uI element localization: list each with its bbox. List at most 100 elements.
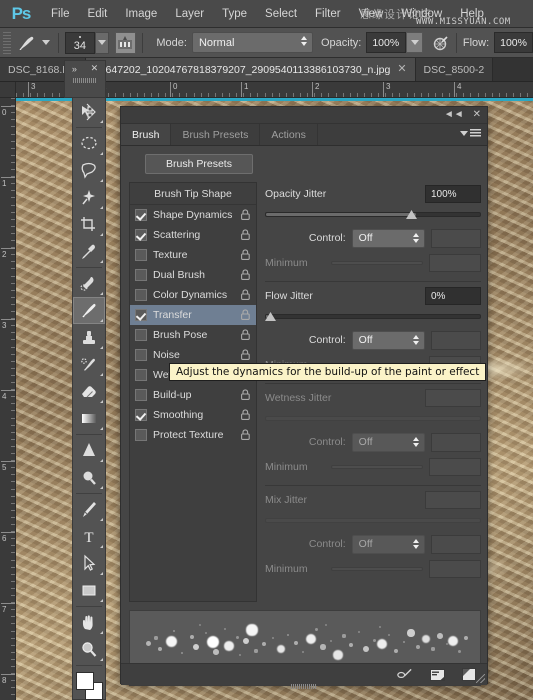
collapse-arrows-icon[interactable]: »	[72, 64, 77, 74]
brush-panel-toggle-button[interactable]	[114, 31, 136, 54]
menu-file[interactable]: File	[42, 0, 79, 28]
opacity-pressure-icon[interactable]	[431, 32, 450, 54]
lock-icon[interactable]	[241, 289, 250, 300]
fragment-grip[interactable]	[73, 78, 97, 83]
crop-tool[interactable]	[73, 211, 105, 238]
menu-filter[interactable]: Filter	[306, 0, 350, 28]
color-swatches[interactable]	[73, 670, 105, 700]
document-tab[interactable]: DSC_8500-2	[415, 58, 494, 81]
brush-option-checkbox[interactable]	[135, 389, 147, 401]
panel-tab-actions[interactable]: Actions	[260, 124, 318, 145]
healing-brush-tool[interactable]	[73, 270, 105, 297]
brush-option-row[interactable]: Scattering	[130, 225, 256, 245]
control-select[interactable]: Off	[351, 330, 425, 350]
ruler-corner[interactable]	[0, 82, 16, 98]
brush-option-row[interactable]: Noise	[130, 345, 256, 365]
opacity-dropdown-arrow[interactable]	[406, 32, 424, 53]
menu-select[interactable]: Select	[256, 0, 306, 28]
marquee-tool[interactable]	[73, 130, 105, 157]
close-panel-icon[interactable]: ✕	[473, 110, 481, 120]
lock-icon[interactable]	[241, 309, 250, 320]
eraser-tool[interactable]	[73, 378, 105, 405]
brush-size-stepper[interactable]	[94, 31, 109, 54]
control-select[interactable]: Off	[351, 534, 425, 554]
gradient-tool[interactable]	[73, 405, 105, 432]
jitter-value-field[interactable]: 100%	[425, 185, 481, 203]
jitter-slider[interactable]	[265, 208, 481, 220]
menu-layer[interactable]: Layer	[166, 0, 213, 28]
path-selection-tool[interactable]	[73, 550, 105, 577]
brush-tip-shape-header[interactable]: Brush Tip Shape	[130, 183, 256, 205]
brush-option-checkbox[interactable]	[135, 309, 147, 321]
control-extra-field[interactable]	[430, 228, 481, 248]
blend-mode-select[interactable]: Normal	[191, 32, 313, 53]
new-brush-preset-icon[interactable]	[429, 668, 445, 682]
collapse-panel-icon[interactable]: ◄◄	[444, 110, 464, 120]
panel-menu-button[interactable]	[460, 129, 481, 138]
brush-option-checkbox[interactable]	[135, 229, 147, 241]
pen-tool[interactable]	[73, 496, 105, 523]
control-select[interactable]: Off	[351, 432, 425, 452]
toggle-dynamics-icon[interactable]	[397, 668, 413, 682]
brush-option-checkbox[interactable]	[135, 249, 147, 261]
panel-resize-grip[interactable]	[476, 674, 485, 683]
minimum-value-field[interactable]	[429, 560, 481, 578]
menu-image[interactable]: Image	[116, 0, 166, 28]
brush-option-checkbox[interactable]	[135, 269, 147, 281]
lock-icon[interactable]	[241, 329, 250, 340]
lock-icon[interactable]	[241, 249, 250, 260]
menu-view[interactable]: View	[350, 0, 393, 28]
create-new-brush-icon[interactable]	[461, 668, 477, 682]
brush-option-row[interactable]: Protect Texture	[130, 425, 256, 445]
lock-icon[interactable]	[241, 389, 250, 400]
brush-option-row[interactable]: Build-up	[130, 385, 256, 405]
brush-option-checkbox[interactable]	[135, 289, 147, 301]
rectangle-tool[interactable]	[73, 577, 105, 604]
jitter-slider[interactable]	[265, 310, 481, 322]
brush-size-field[interactable]: 34	[64, 31, 95, 54]
jitter-value-field[interactable]: 0%	[425, 287, 481, 305]
lock-icon[interactable]	[241, 229, 250, 240]
jitter-slider[interactable]	[265, 412, 481, 424]
foreground-color-swatch[interactable]	[76, 672, 94, 690]
lock-icon[interactable]	[241, 269, 250, 280]
panel-tab-brush[interactable]: Brush	[121, 124, 172, 145]
opacity-field[interactable]: 100%	[366, 32, 407, 53]
menu-help[interactable]: Help	[451, 0, 493, 28]
blur-tool[interactable]	[73, 437, 105, 464]
brush-option-row[interactable]: Shape Dynamics	[130, 205, 256, 225]
clone-stamp-tool[interactable]	[73, 324, 105, 351]
control-select[interactable]: Off	[351, 228, 425, 248]
magic-wand-tool[interactable]	[73, 184, 105, 211]
brush-option-row[interactable]: Brush Pose	[130, 325, 256, 345]
jitter-value-field[interactable]	[425, 389, 481, 407]
minimum-slider[interactable]	[331, 258, 423, 268]
minimum-slider[interactable]	[331, 462, 423, 472]
brush-presets-button[interactable]: Brush Presets	[145, 154, 253, 174]
minimum-slider[interactable]	[331, 564, 423, 574]
lock-icon[interactable]	[241, 349, 250, 360]
brush-tool[interactable]	[73, 297, 105, 324]
menu-type[interactable]: Type	[213, 0, 256, 28]
type-tool[interactable]: T	[73, 523, 105, 550]
brush-option-row[interactable]: Texture	[130, 245, 256, 265]
brush-option-row[interactable]: Color Dynamics	[130, 285, 256, 305]
zoom-tool[interactable]	[73, 636, 105, 663]
dodge-tool[interactable]	[73, 464, 105, 491]
control-extra-field[interactable]	[430, 432, 481, 452]
minimum-value-field[interactable]	[429, 254, 481, 272]
menu-window[interactable]: Window	[392, 0, 451, 28]
panel-tab-brush-presets[interactable]: Brush Presets	[171, 124, 261, 145]
menu-edit[interactable]: Edit	[79, 0, 117, 28]
control-extra-field[interactable]	[430, 534, 481, 554]
document-tab[interactable]: 10647202_10204767818379207_2909540113386…	[85, 58, 416, 81]
lock-icon[interactable]	[241, 429, 250, 440]
control-extra-field[interactable]	[430, 330, 481, 350]
brush-option-checkbox[interactable]	[135, 329, 147, 341]
close-tab-icon[interactable]: ✕	[397, 64, 406, 75]
brush-option-checkbox[interactable]	[135, 429, 147, 441]
brush-preset-picker-button[interactable]	[15, 32, 40, 54]
lasso-tool[interactable]	[73, 157, 105, 184]
lock-icon[interactable]	[241, 409, 250, 420]
jitter-value-field[interactable]	[425, 491, 481, 509]
